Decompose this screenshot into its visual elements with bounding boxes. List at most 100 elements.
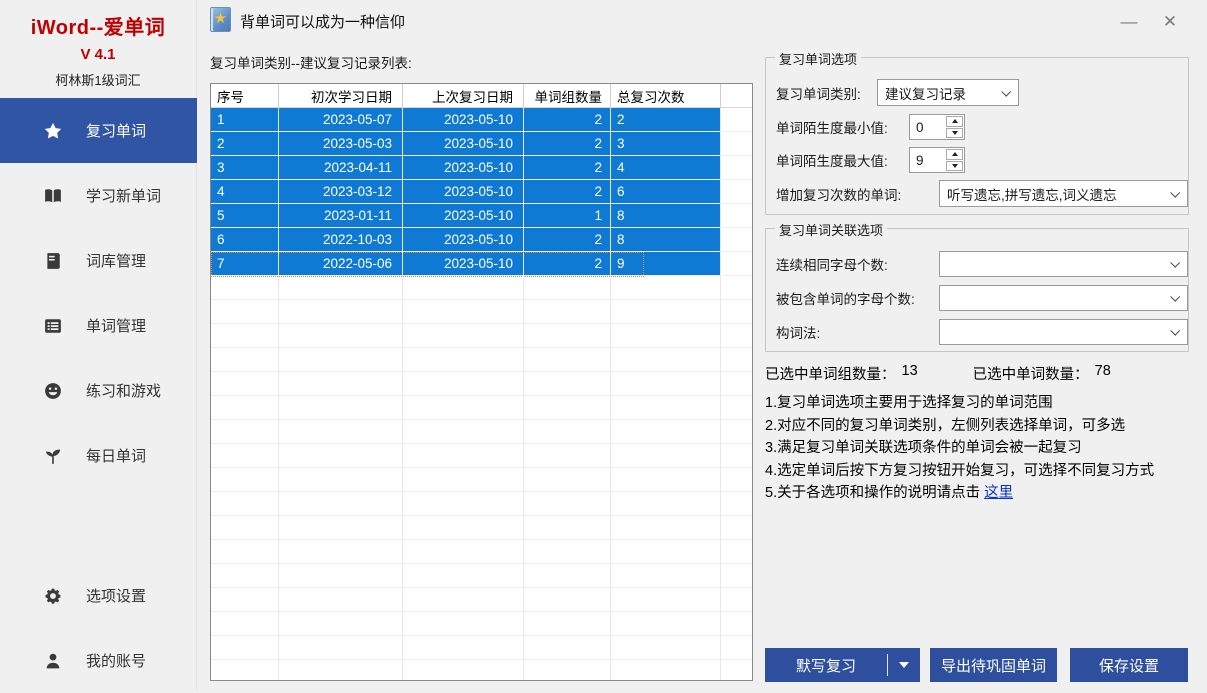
table-cell[interactable]: 8	[611, 204, 721, 227]
table-row[interactable]: 22023-05-032023-05-1023	[211, 132, 752, 156]
dictation-review-button[interactable]: 默写复习	[765, 648, 920, 682]
increase-review-select[interactable]: 听写遗忘,拼写遗忘,词义遗忘	[939, 180, 1188, 207]
table-cell[interactable]: 3	[611, 132, 721, 155]
related-option-select[interactable]	[939, 319, 1188, 345]
spin-up-icon[interactable]	[946, 149, 963, 160]
related-option-select[interactable]	[939, 251, 1188, 277]
table-cell[interactable]: 1	[524, 204, 611, 227]
export-words-button[interactable]: 导出待巩固单词	[930, 648, 1057, 682]
table-cell[interactable]: 2	[211, 132, 279, 155]
review-records-table[interactable]: 序号初次学习日期上次复习日期单词组数量总复习次数12023-05-072023-…	[210, 83, 753, 681]
sidebar-item-选项设置[interactable]: 选项设置	[0, 563, 197, 628]
related-option-select[interactable]	[939, 285, 1188, 311]
sidebar-item-单词管理[interactable]: 单词管理	[0, 293, 197, 358]
sidebar-item-练习和游戏[interactable]: 练习和游戏	[0, 358, 197, 423]
table-cell[interactable]: 2022-05-06	[279, 252, 403, 275]
table-empty-cell	[611, 588, 721, 611]
table-empty-cell	[611, 492, 721, 515]
table-empty-cell	[611, 276, 721, 299]
table-cell[interactable]: 2023-03-12	[279, 180, 403, 203]
table-cell[interactable]: 5	[211, 204, 279, 227]
table-cell[interactable]: 2	[524, 156, 611, 179]
app-version: V 4.1	[0, 46, 196, 63]
review-mode-dropdown[interactable]	[888, 662, 920, 668]
category-select[interactable]: 建议复习记录	[877, 79, 1019, 106]
max-unfamiliarity-label: 单词陌生度最大值:	[776, 150, 888, 170]
table-cell[interactable]: 6	[211, 228, 279, 251]
table-empty-cell	[279, 588, 403, 611]
table-row[interactable]: 72022-05-062023-05-1029	[211, 252, 752, 276]
table-empty-cell	[403, 420, 524, 443]
column-header[interactable]: 单词组数量	[524, 84, 611, 107]
table-cell[interactable]: 9	[611, 252, 721, 275]
table-empty-cell	[403, 636, 524, 659]
table-empty-row	[211, 492, 752, 516]
button-divider	[887, 654, 888, 676]
table-cell[interactable]: 2023-05-03	[279, 132, 403, 155]
sidebar-item-复习单词[interactable]: 复习单词	[0, 98, 197, 163]
column-header[interactable]: 上次复习日期	[403, 84, 524, 107]
help-link[interactable]: 这里	[984, 485, 1013, 501]
table-empty-cell	[721, 612, 752, 635]
table-cell[interactable]: 2023-05-07	[279, 108, 403, 131]
table-row[interactable]: 32023-04-112023-05-1024	[211, 156, 752, 180]
table-cell[interactable]: 6	[611, 180, 721, 203]
table-cell[interactable]: 2	[524, 180, 611, 203]
table-cell[interactable]: 4	[211, 180, 279, 203]
table-cell[interactable]: 2	[524, 108, 611, 131]
table-empty-cell	[403, 372, 524, 395]
table-cell[interactable]: 2023-05-10	[403, 252, 524, 275]
column-header[interactable]: 总复习次数	[611, 84, 721, 107]
sidebar-item-词库管理[interactable]: 词库管理	[0, 228, 197, 293]
table-cell[interactable]: 2023-04-11	[279, 156, 403, 179]
sidebar-item-label: 词库管理	[86, 250, 146, 271]
save-settings-button[interactable]: 保存设置	[1070, 648, 1188, 682]
sidebar-item-学习新单词[interactable]: 学习新单词	[0, 163, 197, 228]
table-empty-cell	[611, 324, 721, 347]
table-empty-cell	[611, 636, 721, 659]
table-cell[interactable]: 2023-05-10	[403, 156, 524, 179]
table-empty-cell	[279, 372, 403, 395]
table-cell[interactable]: 2023-05-10	[403, 228, 524, 251]
selected-groups-label: 已选中单词组数量：	[765, 363, 896, 384]
spin-down-icon[interactable]	[946, 128, 963, 139]
table-empty-cell	[611, 396, 721, 419]
table-cell[interactable]: 2023-05-10	[403, 204, 524, 227]
table-row[interactable]: 52023-01-112023-05-1018	[211, 204, 752, 228]
table-cell[interactable]: 2022-10-03	[279, 228, 403, 251]
options-panel: 复习单词选项 复习单词类别: 建议复习记录 单词陌生度最小值: 0 单词陌生度最…	[765, 0, 1189, 690]
min-unfamiliarity-stepper[interactable]: 0	[909, 114, 965, 140]
table-row[interactable]: 42023-03-122023-05-1026	[211, 180, 752, 204]
table-cell[interactable]: 1	[211, 108, 279, 131]
table-cell[interactable]: 2023-05-10	[403, 132, 524, 155]
table-empty-cell	[403, 396, 524, 419]
max-unfamiliarity-stepper[interactable]: 9	[909, 147, 965, 173]
table-empty-cell	[524, 276, 611, 299]
table-empty-cell	[721, 516, 752, 539]
table-row[interactable]: 62022-10-032023-05-1028	[211, 228, 752, 252]
table-cell[interactable]: 2023-05-10	[403, 180, 524, 203]
column-header[interactable]: 初次学习日期	[279, 84, 403, 107]
sidebar-item-每日单词[interactable]: 每日单词	[0, 423, 197, 488]
table-empty-cell	[611, 348, 721, 371]
table-cell[interactable]: 7	[211, 252, 279, 275]
table-cell[interactable]: 3	[211, 156, 279, 179]
spin-up-icon[interactable]	[946, 116, 963, 127]
table-empty-row	[211, 324, 752, 348]
table-cell[interactable]: 2	[611, 108, 721, 131]
table-cell[interactable]: 8	[611, 228, 721, 251]
table-cell[interactable]: 2	[524, 228, 611, 251]
table-cell[interactable]: 2	[524, 252, 611, 275]
table-cell[interactable]: 2023-01-11	[279, 204, 403, 227]
table-empty-cell	[721, 468, 752, 491]
gear-icon	[44, 587, 62, 605]
table-empty-cell	[211, 516, 279, 539]
table-cell[interactable]: 2023-05-10	[403, 108, 524, 131]
table-empty-cell	[611, 564, 721, 587]
column-header[interactable]: 序号	[211, 84, 279, 107]
table-row[interactable]: 12023-05-072023-05-1022	[211, 108, 752, 132]
spin-down-icon[interactable]	[946, 161, 963, 172]
table-cell[interactable]: 4	[611, 156, 721, 179]
table-cell[interactable]: 2	[524, 132, 611, 155]
sidebar-item-我的账号[interactable]: 我的账号	[0, 628, 197, 693]
